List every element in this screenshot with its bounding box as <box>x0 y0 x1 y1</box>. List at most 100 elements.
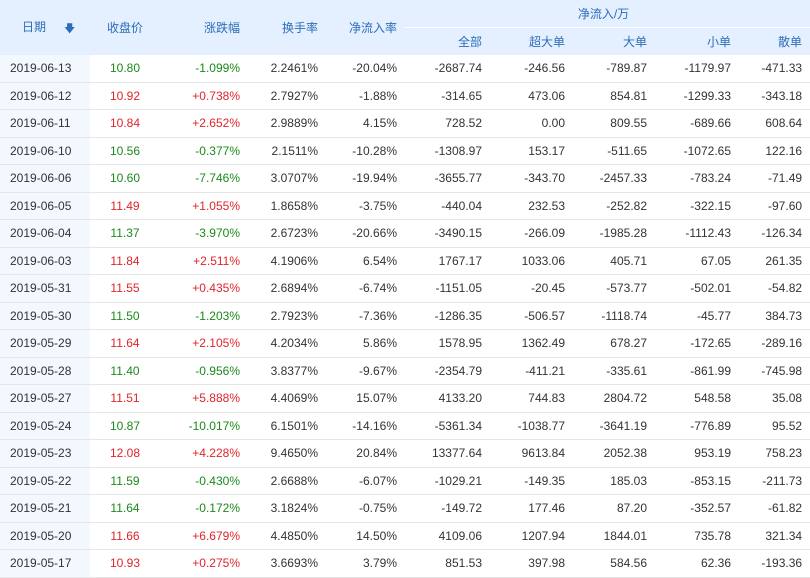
table-row[interactable]: 2019-06-04 11.37 -3.970% 2.6723% -20.66% -349… <box>0 219 810 248</box>
cell-change: -10.017% <box>160 412 248 440</box>
table-row[interactable]: 2019-06-05 11.49 +1.055% 1.8658% -3.75% -440.… <box>0 192 810 220</box>
table-row[interactable]: 2019-05-30 11.50 -1.203% 2.7923% -7.36% -1286… <box>0 302 810 330</box>
table-row[interactable]: 2019-06-10 10.56 -0.377% 2.1511% -10.28% -130… <box>0 137 810 165</box>
cell-turnover: 2.1511% <box>248 137 326 165</box>
cell-turnover: 2.6723% <box>248 219 326 248</box>
table-row[interactable]: 2019-06-03 11.84 +2.511% 4.1906% 6.54% 1767.1… <box>0 247 810 275</box>
cell-super-large: 232.53 <box>490 192 573 220</box>
cell-close: 12.08 <box>90 439 160 468</box>
cell-change: +0.435% <box>160 274 248 303</box>
header-large[interactable]: 大单 <box>573 27 655 55</box>
table-row[interactable]: 2019-05-29 11.64 +2.105% 4.2034% 5.86% 1578.9… <box>0 329 810 358</box>
cell-large: -2457.33 <box>573 164 655 193</box>
cell-total: -2354.79 <box>405 357 490 385</box>
cell-date: 2019-06-06 <box>0 164 90 193</box>
table-row[interactable]: 2019-06-06 10.60 -7.746% 3.0707% -19.94% -365… <box>0 164 810 193</box>
cell-turnover: 3.8377% <box>248 357 326 385</box>
header-change[interactable]: 涨跌幅 <box>160 0 248 55</box>
cell-large: 1844.01 <box>573 522 655 550</box>
cell-small: 548.58 <box>655 384 739 413</box>
cell-close: 10.56 <box>90 137 160 165</box>
cell-date: 2019-06-03 <box>0 247 90 275</box>
cell-date: 2019-06-04 <box>0 219 90 248</box>
header-turnover[interactable]: 换手率 <box>248 0 326 55</box>
cell-super-large: 744.83 <box>490 384 573 413</box>
cell-large: 2804.72 <box>573 384 655 413</box>
cell-super-large: -411.21 <box>490 357 573 385</box>
table-row[interactable]: 2019-05-21 11.64 -0.172% 3.1824% -0.75% -149.… <box>0 494 810 523</box>
table-row[interactable]: 2019-05-27 11.51 +5.888% 4.4069% 15.07% 4133.… <box>0 384 810 413</box>
cell-close: 10.84 <box>90 109 160 138</box>
cell-total: -440.04 <box>405 192 490 220</box>
header-small[interactable]: 小单 <box>655 27 739 55</box>
cell-super-large: -266.09 <box>490 219 573 248</box>
cell-small: -502.01 <box>655 274 739 303</box>
header-net-inflow-rate[interactable]: 净流入率 <box>326 0 405 55</box>
cell-large: 809.55 <box>573 109 655 138</box>
cell-super-large: 1033.06 <box>490 247 573 275</box>
table-row[interactable]: 2019-06-12 10.92 +0.738% 2.7927% -1.88% -314.… <box>0 82 810 110</box>
cell-large: 2052.38 <box>573 439 655 468</box>
header-date-label: 日期 <box>22 19 47 34</box>
cell-turnover: 2.6894% <box>248 274 326 303</box>
header-date[interactable]: 日期 🡇 <box>0 0 90 55</box>
cell-turnover: 3.0707% <box>248 164 326 193</box>
cell-small: -322.15 <box>655 192 739 220</box>
cell-net-inflow-rate: 4.15% <box>326 109 405 138</box>
header-close[interactable]: 收盘价 <box>90 0 160 55</box>
cell-retail: 321.34 <box>739 522 810 550</box>
table-row[interactable]: 2019-05-31 11.55 +0.435% 2.6894% -6.74% -1151… <box>0 274 810 303</box>
cell-super-large: 0.00 <box>490 109 573 138</box>
cell-close: 11.50 <box>90 302 160 330</box>
cell-super-large: 1362.49 <box>490 329 573 358</box>
cell-close: 10.80 <box>90 55 160 83</box>
cell-retail: 122.16 <box>739 137 810 165</box>
table-row[interactable]: 2019-05-23 12.08 +4.228% 9.4650% 20.84% 13377… <box>0 439 810 468</box>
cell-close: 11.49 <box>90 192 160 220</box>
cell-close: 11.51 <box>90 384 160 413</box>
header-retail[interactable]: 散单 <box>739 27 810 55</box>
table-row[interactable]: 2019-06-13 10.80 -1.099% 2.2461% -20.04% -268… <box>0 55 810 83</box>
cell-change: +2.652% <box>160 109 248 138</box>
cell-retail: -97.60 <box>739 192 810 220</box>
cell-date: 2019-05-27 <box>0 384 90 413</box>
cell-turnover: 2.7923% <box>248 302 326 330</box>
cell-close: 10.92 <box>90 82 160 110</box>
cell-small: -783.24 <box>655 164 739 193</box>
table-row[interactable]: 2019-05-24 10.87 -10.017% 6.1501% -14.16% -53… <box>0 412 810 440</box>
cell-change: +2.511% <box>160 247 248 275</box>
sort-down-arrow-icon[interactable]: 🡇 <box>64 20 75 39</box>
cell-close: 11.64 <box>90 494 160 523</box>
cell-date: 2019-05-28 <box>0 357 90 385</box>
cell-date: 2019-06-10 <box>0 137 90 165</box>
cell-turnover: 2.6688% <box>248 467 326 495</box>
cell-super-large: 153.17 <box>490 137 573 165</box>
cell-large: 854.81 <box>573 82 655 110</box>
cell-turnover: 2.7927% <box>248 82 326 110</box>
cell-turnover: 3.1824% <box>248 494 326 523</box>
cell-large: 87.20 <box>573 494 655 523</box>
cell-small: -45.77 <box>655 302 739 330</box>
cell-retail: -343.18 <box>739 82 810 110</box>
cell-net-inflow-rate: -10.28% <box>326 137 405 165</box>
table-row[interactable]: 2019-05-22 11.59 -0.430% 2.6688% -6.07% -1029… <box>0 467 810 495</box>
cell-date: 2019-06-12 <box>0 82 90 110</box>
table-row[interactable]: 2019-05-28 11.40 -0.956% 3.8377% -9.67% -2354… <box>0 357 810 385</box>
cell-net-inflow-rate: -1.88% <box>326 82 405 110</box>
cell-date: 2019-05-23 <box>0 439 90 468</box>
table-row[interactable]: 2019-06-11 10.84 +2.652% 2.9889% 4.15% 728.52… <box>0 109 810 138</box>
table-row[interactable]: 2019-05-20 11.66 +6.679% 4.4850% 14.50% 4109.… <box>0 522 810 550</box>
header-super-large[interactable]: 超大单 <box>490 27 573 55</box>
header-total[interactable]: 全部 <box>405 27 490 55</box>
cell-retail: -211.73 <box>739 467 810 495</box>
cell-date: 2019-05-22 <box>0 467 90 495</box>
cell-net-inflow-rate: 20.84% <box>326 439 405 468</box>
cell-large: 185.03 <box>573 467 655 495</box>
cell-turnover: 9.4650% <box>248 439 326 468</box>
cell-retail: -745.98 <box>739 357 810 385</box>
header-net-inflow-group: 净流入/万 <box>405 0 810 28</box>
cell-net-inflow-rate: -6.07% <box>326 467 405 495</box>
cell-turnover: 4.4069% <box>248 384 326 413</box>
cell-turnover: 4.2034% <box>248 329 326 358</box>
cell-close: 11.66 <box>90 522 160 550</box>
